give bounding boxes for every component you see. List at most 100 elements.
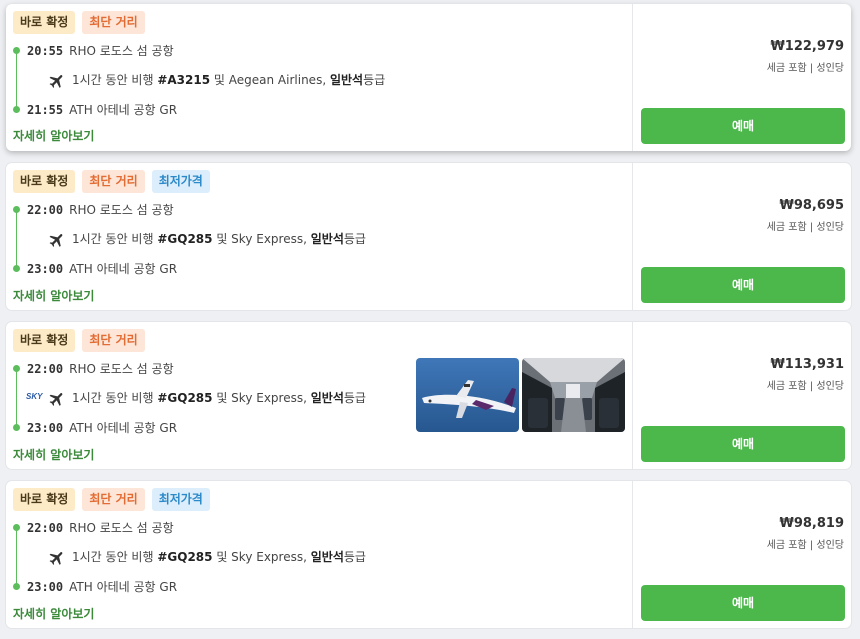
flight-detail-row: 1시간 동안 비행 #GQ285 및 Sky Express, 일반석등급 [48, 389, 366, 408]
departure-time: 22:00 [27, 362, 64, 376]
shortest-distance-badge: 최단 거리 [82, 329, 145, 352]
airline-name: 및 Sky Express, [216, 550, 307, 564]
arrival-time: 21:55 [27, 103, 64, 117]
flight-number: #GQ285 [157, 391, 213, 405]
cabin-class: 일반석 [329, 73, 364, 87]
cabin-class: 일반석 [310, 550, 344, 564]
cabin-class: 일반석 [310, 391, 344, 405]
price: ₩113,931 [770, 357, 844, 372]
arrival-row: 21:55 ATH 아테네 공항 GR [27, 101, 177, 118]
grade-suffix: 등급 [343, 232, 366, 246]
airline-logo: SKY [26, 392, 43, 401]
grade-suffix: 등급 [363, 73, 386, 87]
aircraft-exterior-photo[interactable] [416, 358, 519, 432]
timeline-line [16, 212, 17, 268]
flight-info: 바로 확정 최단 거리 22:00 RHO 로도스 섬 공항 SKY 1시간 동안… [6, 322, 632, 469]
instant-confirm-badge: 바로 확정 [13, 11, 76, 34]
arrival-dot [13, 424, 20, 431]
timeline-line [16, 53, 17, 109]
flight-detail-row: 1시간 동안 비행 #A3215 및 Aegean Airlines, 일반석등… [48, 71, 385, 90]
book-button[interactable]: 예매 [641, 108, 845, 144]
airplane-icon [49, 392, 63, 406]
aircraft-cabin-photo[interactable] [522, 358, 625, 432]
airplane-icon [49, 551, 63, 565]
timeline-line [16, 371, 17, 427]
flight-info: 바로 확정 최단 거리 최저가격 22:00 RHO 로도스 섬 공항 1시간 동… [6, 481, 632, 628]
departure-row: 22:00 RHO 로도스 섬 공항 [27, 519, 174, 536]
instant-confirm-badge: 바로 확정 [13, 170, 76, 193]
arrival-place: ATH 아테네 공항 GR [69, 103, 178, 117]
price: ₩122,979 [770, 39, 844, 54]
flight-card[interactable]: 바로 확정 최단 거리 최저가격 22:00 RHO 로도스 섬 공항 1시간 동… [6, 481, 851, 628]
arrival-place: ATH 아테네 공항 GR [69, 421, 178, 435]
shortest-distance-badge: 최단 거리 [82, 488, 145, 511]
departure-time: 22:00 [27, 203, 64, 217]
departure-time: 22:00 [27, 521, 64, 535]
book-button[interactable]: 예매 [641, 585, 845, 621]
flight-duration: 1시간 동안 비행 [72, 73, 154, 87]
departure-time: 20:55 [27, 44, 64, 58]
more-details-link[interactable]: 자세히 알아보기 [13, 127, 94, 144]
flight-number: #GQ285 [157, 232, 213, 246]
arrival-dot [13, 265, 20, 272]
flight-detail-row: 1시간 동안 비행 #GQ285 및 Sky Express, 일반석등급 [48, 230, 366, 249]
flight-card[interactable]: 바로 확정 최단 거리 최저가격 22:00 RHO 로도스 섬 공항 1시간 동… [6, 163, 851, 310]
arrival-dot [13, 106, 20, 113]
price-panel: ₩113,931 세금 포함 | 성인당 예매 [632, 322, 851, 469]
arrival-time: 23:00 [27, 580, 64, 594]
arrival-row: 23:00 ATH 아테네 공항 GR [27, 419, 177, 436]
airplane-icon [49, 233, 63, 247]
arrival-place: ATH 아테네 공항 GR [69, 580, 178, 594]
grade-suffix: 등급 [343, 550, 366, 564]
shortest-distance-badge: 최단 거리 [82, 11, 145, 34]
price-note: 세금 포함 | 성인당 [766, 540, 844, 551]
more-details-link[interactable]: 자세히 알아보기 [13, 446, 94, 463]
more-details-link[interactable]: 자세히 알아보기 [13, 287, 94, 304]
departure-row: 22:00 RHO 로도스 섬 공항 [27, 360, 174, 377]
airline-name: 및 Sky Express, [216, 391, 307, 405]
flight-duration: 1시간 동안 비행 [72, 391, 154, 405]
flight-info: 바로 확정 최단 거리 20:55 RHO 로도스 섬 공항 1시간 동안 비행 … [6, 4, 632, 151]
arrival-dot [13, 583, 20, 590]
airplane-icon [49, 74, 63, 88]
lowest-price-badge: 최저가격 [151, 170, 210, 193]
flight-number: #A3215 [157, 73, 211, 87]
price-panel: ₩98,695 세금 포함 | 성인당 예매 [632, 163, 851, 310]
instant-confirm-badge: 바로 확정 [13, 488, 76, 511]
airline-name: 및 Aegean Airlines, [213, 73, 327, 87]
flight-duration: 1시간 동안 비행 [72, 550, 154, 564]
instant-confirm-badge: 바로 확정 [13, 329, 76, 352]
departure-row: 20:55 RHO 로도스 섬 공항 [27, 42, 174, 59]
flight-detail-row: 1시간 동안 비행 #GQ285 및 Sky Express, 일반석등급 [48, 548, 366, 567]
flight-info: 바로 확정 최단 거리 최저가격 22:00 RHO 로도스 섬 공항 1시간 동… [6, 163, 632, 310]
price: ₩98,819 [779, 516, 844, 531]
more-details-link[interactable]: 자세히 알아보기 [13, 605, 94, 622]
shortest-distance-badge: 최단 거리 [82, 170, 145, 193]
cabin-class: 일반석 [310, 232, 344, 246]
price-panel: ₩122,979 세금 포함 | 성인당 예매 [632, 4, 851, 151]
price-note: 세금 포함 | 성인당 [766, 222, 844, 233]
price: ₩98,695 [779, 198, 844, 213]
airline-name: 및 Sky Express, [216, 232, 307, 246]
arrival-time: 23:00 [27, 262, 64, 276]
timeline-line [16, 530, 17, 586]
price-note: 세금 포함 | 성인당 [766, 63, 844, 74]
badge-group: 바로 확정 최단 거리 [13, 329, 145, 352]
badge-group: 바로 확정 최단 거리 최저가격 [13, 170, 210, 193]
badge-group: 바로 확정 최단 거리 최저가격 [13, 488, 210, 511]
lowest-price-badge: 최저가격 [151, 488, 210, 511]
arrival-row: 23:00 ATH 아테네 공항 GR [27, 260, 177, 277]
departure-place: RHO 로도스 섬 공항 [69, 44, 174, 58]
departure-place: RHO 로도스 섬 공항 [69, 362, 174, 376]
flight-number: #GQ285 [157, 550, 213, 564]
flight-duration: 1시간 동안 비행 [72, 232, 154, 246]
arrival-time: 23:00 [27, 421, 64, 435]
book-button[interactable]: 예매 [641, 267, 845, 303]
flight-card[interactable]: 바로 확정 최단 거리 20:55 RHO 로도스 섬 공항 1시간 동안 비행 … [6, 4, 851, 151]
price-panel: ₩98,819 세금 포함 | 성인당 예매 [632, 481, 851, 628]
arrival-row: 23:00 ATH 아테네 공항 GR [27, 578, 177, 595]
book-button[interactable]: 예매 [641, 426, 845, 462]
badge-group: 바로 확정 최단 거리 [13, 11, 145, 34]
flight-card[interactable]: 바로 확정 최단 거리 22:00 RHO 로도스 섬 공항 SKY 1시간 동안… [6, 322, 851, 469]
arrival-place: ATH 아테네 공항 GR [69, 262, 178, 276]
